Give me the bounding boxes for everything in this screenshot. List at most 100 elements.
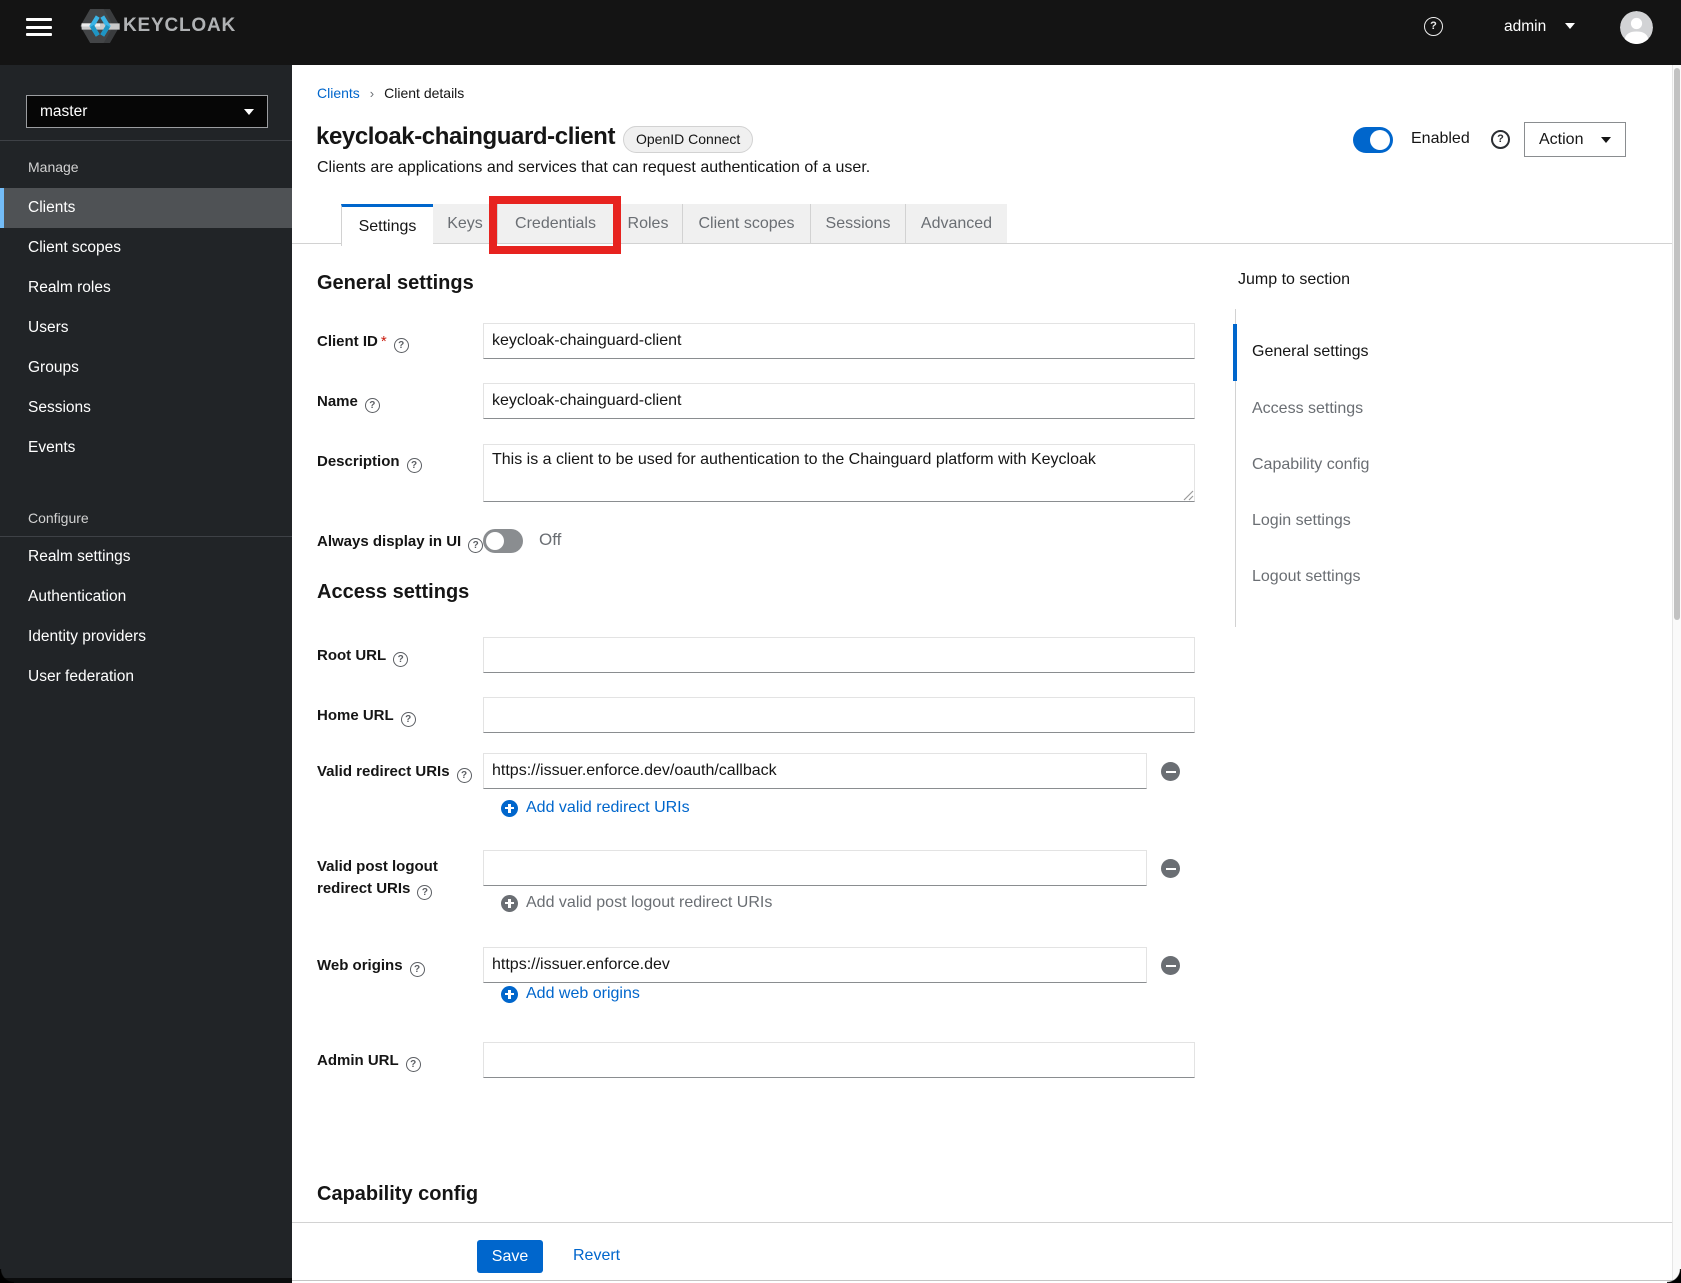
remove-post-logout-uri-button[interactable] [1161, 859, 1180, 878]
always-display-state: Off [539, 530, 562, 549]
realm-selector[interactable]: master [26, 95, 268, 128]
save-button[interactable]: Save [477, 1240, 543, 1273]
sidebar-item-realm-roles[interactable]: Realm roles [0, 268, 292, 308]
jump-link-access-settings[interactable]: Access settings [1252, 399, 1363, 419]
sidebar-item-users[interactable]: Users [0, 308, 292, 348]
revert-button[interactable]: Revert [573, 1247, 620, 1265]
tab-credentials[interactable]: Credentials [497, 204, 613, 243]
sidebar-divider [0, 140, 292, 141]
post-logout-uri-input[interactable] [483, 850, 1147, 886]
breadcrumb: Clients › Client details [317, 85, 464, 101]
add-post-logout-uri-button[interactable]: Add valid post logout redirect URIs [501, 894, 772, 912]
avatar[interactable] [1620, 11, 1653, 44]
web-origins-help-icon[interactable]: ? [409, 961, 425, 977]
redirect-uris-label: Valid redirect URIs? [317, 761, 493, 783]
add-web-origins-button[interactable]: Add web origins [501, 985, 640, 1003]
user-menu-caret-icon [1565, 23, 1575, 29]
keycloak-logo[interactable]: KEYCLOAK [80, 9, 236, 43]
tab-sessions[interactable]: Sessions [810, 204, 905, 243]
description-textarea[interactable]: This is a client to be used for authenti… [483, 444, 1195, 502]
window-edge [292, 1280, 1681, 1281]
jump-active-indicator [1233, 324, 1237, 381]
jump-link-general-settings[interactable]: General settings [1252, 342, 1369, 362]
name-label: Name? [317, 391, 493, 413]
always-display-toggle[interactable] [483, 529, 523, 553]
root-url-input[interactable] [483, 637, 1195, 673]
remove-redirect-uri-button[interactable] [1161, 762, 1180, 781]
always-display-label: Always display in UI? [317, 531, 493, 553]
window-corner [1667, 1269, 1681, 1283]
page-title: keycloak-chainguard-client [316, 123, 616, 150]
admin-url-help-icon[interactable]: ? [405, 1056, 421, 1072]
remove-web-origin-button[interactable] [1161, 956, 1180, 975]
sidebar-item-authentication[interactable]: Authentication [0, 577, 292, 617]
action-label: Action [1539, 130, 1584, 148]
add-redirect-uri-button[interactable]: Add valid redirect URIs [501, 799, 690, 817]
sidebar-item-groups[interactable]: Groups [0, 348, 292, 388]
help-icon[interactable]: ? [1424, 17, 1443, 36]
plus-circle-icon [501, 985, 518, 1003]
redirect-uris-help-icon[interactable]: ? [456, 767, 472, 783]
sidebar-section-manage: Manage [28, 159, 79, 175]
name-input[interactable] [483, 383, 1195, 419]
keycloak-logo-icon [80, 9, 120, 43]
sidebar-item-events[interactable]: Events [0, 428, 292, 468]
client-id-help-icon[interactable]: ? [393, 337, 409, 353]
admin-url-input[interactable] [483, 1042, 1195, 1078]
breadcrumb-separator-icon: › [369, 85, 375, 101]
enabled-toggle[interactable] [1353, 127, 1393, 153]
tab-roles[interactable]: Roles [613, 204, 682, 243]
page-subtitle: Clients are applications and services th… [317, 159, 871, 176]
root-url-help-icon[interactable]: ? [393, 651, 409, 667]
tab-client-scopes[interactable]: Client scopes [682, 204, 810, 243]
sidebar-item-sessions[interactable]: Sessions [0, 388, 292, 428]
user-menu[interactable]: admin [1504, 17, 1546, 36]
client-id-input[interactable] [483, 323, 1195, 359]
tab-advanced[interactable]: Advanced [905, 204, 1007, 243]
sidebar-item-clients[interactable]: Clients [0, 188, 292, 228]
masthead: KEYCLOAK ? admin [0, 0, 1681, 65]
action-caret-icon [1601, 136, 1611, 143]
sidebar-item-client-scopes[interactable]: Client scopes [0, 228, 292, 268]
realm-caret-icon [244, 108, 254, 115]
jump-link-login-settings[interactable]: Login settings [1252, 511, 1351, 531]
client-help-icon[interactable]: ? [1491, 130, 1510, 149]
action-dropdown[interactable]: Action [1524, 122, 1626, 157]
sidebar-section-configure: Configure [28, 510, 89, 526]
breadcrumb-current: Client details [384, 85, 465, 101]
always-display-help-icon[interactable]: ? [468, 537, 484, 553]
description-help-icon[interactable]: ? [406, 457, 422, 473]
post-logout-uris-help-icon[interactable]: ? [417, 884, 433, 900]
description-label: Description? [317, 451, 493, 473]
sidebar-item-realm-settings[interactable]: Realm settings [0, 537, 292, 577]
sidebar-item-identity-providers[interactable]: Identity providers [0, 617, 292, 657]
plus-circle-icon [501, 894, 518, 912]
home-url-input[interactable] [483, 697, 1195, 733]
general-settings-heading: General settings [317, 272, 474, 294]
jump-link-logout-settings[interactable]: Logout settings [1252, 567, 1361, 587]
window-corner [0, 1269, 14, 1283]
name-help-icon[interactable]: ? [364, 397, 380, 413]
home-url-label: Home URL? [317, 705, 493, 727]
tab-settings[interactable]: Settings [341, 204, 433, 246]
capability-config-heading: Capability config [317, 1183, 479, 1205]
required-marker: * [380, 333, 387, 350]
jump-to-section-title: Jump to section [1238, 271, 1351, 288]
redirect-uri-input[interactable] [483, 753, 1147, 789]
toggle-knob [1370, 130, 1390, 150]
hamburger-bar [26, 18, 52, 21]
hamburger-bar [26, 25, 52, 29]
breadcrumb-clients-link[interactable]: Clients [317, 85, 360, 101]
sidebar-item-user-federation[interactable]: User federation [0, 657, 292, 697]
page-scrollbar-thumb[interactable] [1674, 68, 1680, 620]
plus-circle-icon [501, 799, 518, 817]
nav-toggle-button[interactable] [26, 18, 52, 36]
web-origins-label: Web origins? [317, 955, 493, 977]
post-logout-uris-label: Valid post logout redirect URIs? [317, 858, 438, 900]
home-url-help-icon[interactable]: ? [400, 711, 416, 727]
tab-keys[interactable]: Keys [433, 204, 497, 243]
footer-divider [292, 1222, 1672, 1223]
realm-name: master [40, 102, 88, 120]
web-origins-input[interactable] [483, 947, 1147, 983]
jump-link-capability-config[interactable]: Capability config [1252, 455, 1369, 475]
